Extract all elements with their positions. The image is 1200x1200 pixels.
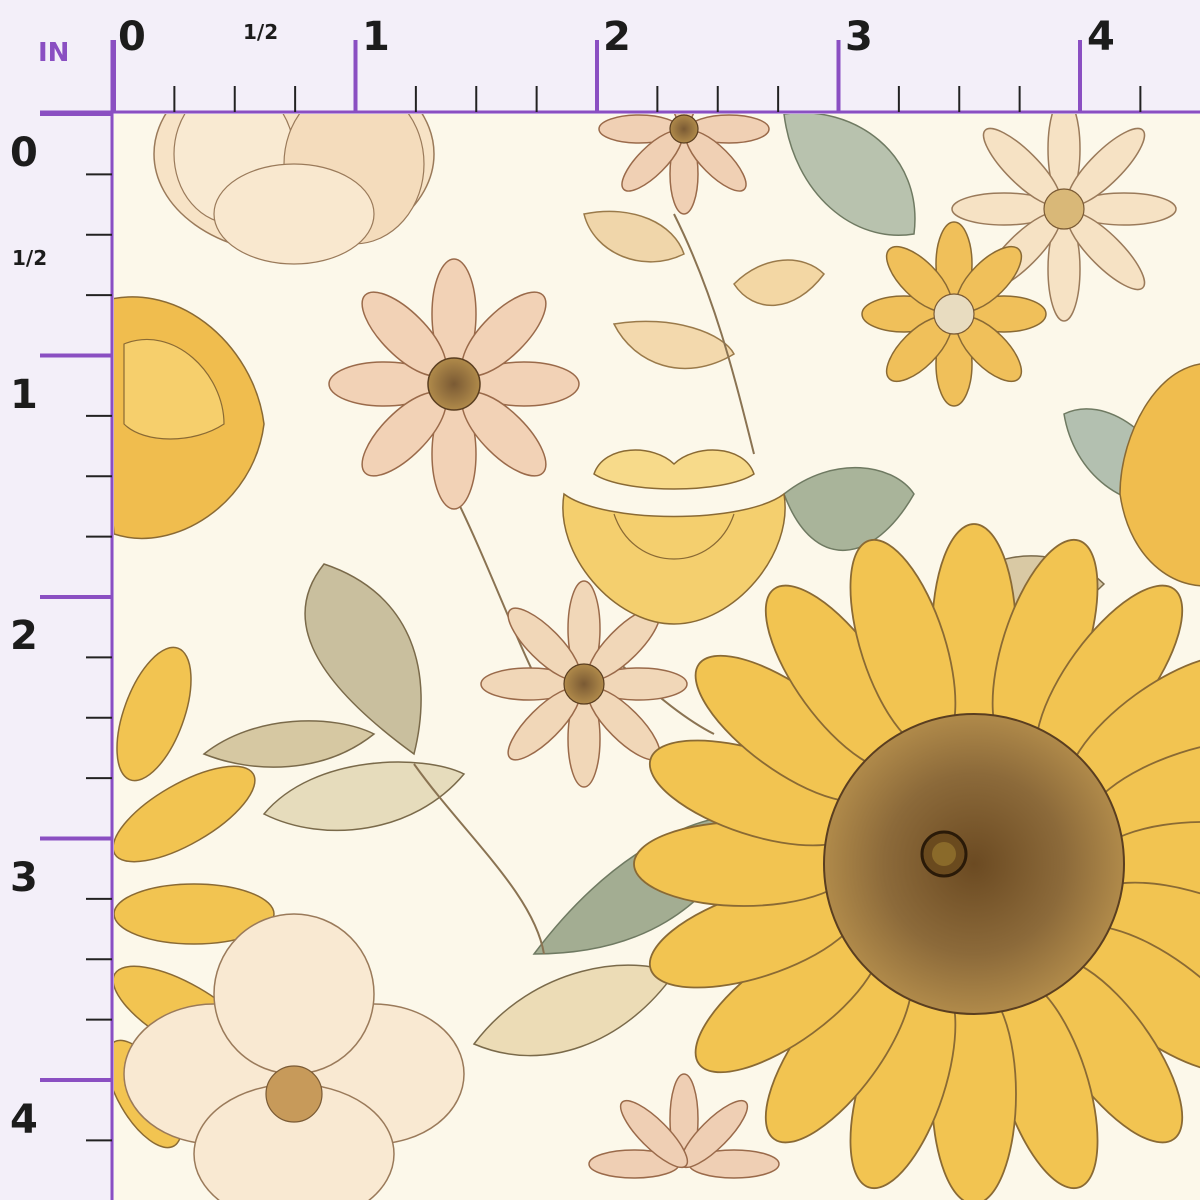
left-label-0: 0 <box>10 130 38 176</box>
fabric-swatch <box>114 114 1200 1200</box>
peony-icon <box>153 114 435 265</box>
rose-icon <box>1119 363 1200 587</box>
floral-pattern <box>114 114 1200 1200</box>
left-label-4: 4 <box>10 1097 38 1143</box>
top-label-4: 4 <box>1087 14 1115 60</box>
sunflower-icon <box>861 221 1047 407</box>
left-ruler-ticks <box>40 112 112 1142</box>
rose-icon <box>114 296 265 540</box>
daisy-icon <box>328 258 580 510</box>
unit-label: IN <box>38 38 70 68</box>
top-label-1: 1 <box>362 14 390 60</box>
daisy-icon <box>588 1073 780 1179</box>
daisy-icon <box>598 114 770 215</box>
sunflower-icon <box>633 523 1200 1200</box>
top-label-3: 3 <box>845 14 873 60</box>
left-label-3: 3 <box>10 855 38 901</box>
left-label-2: 2 <box>10 613 38 659</box>
top-label-0: 0 <box>118 14 146 60</box>
top-label-2: 2 <box>603 14 631 60</box>
left-label-half: 1/2 <box>12 246 48 270</box>
left-label-1: 1 <box>10 372 38 418</box>
peony-icon <box>123 913 465 1200</box>
top-label-half: 1/2 <box>243 20 279 44</box>
